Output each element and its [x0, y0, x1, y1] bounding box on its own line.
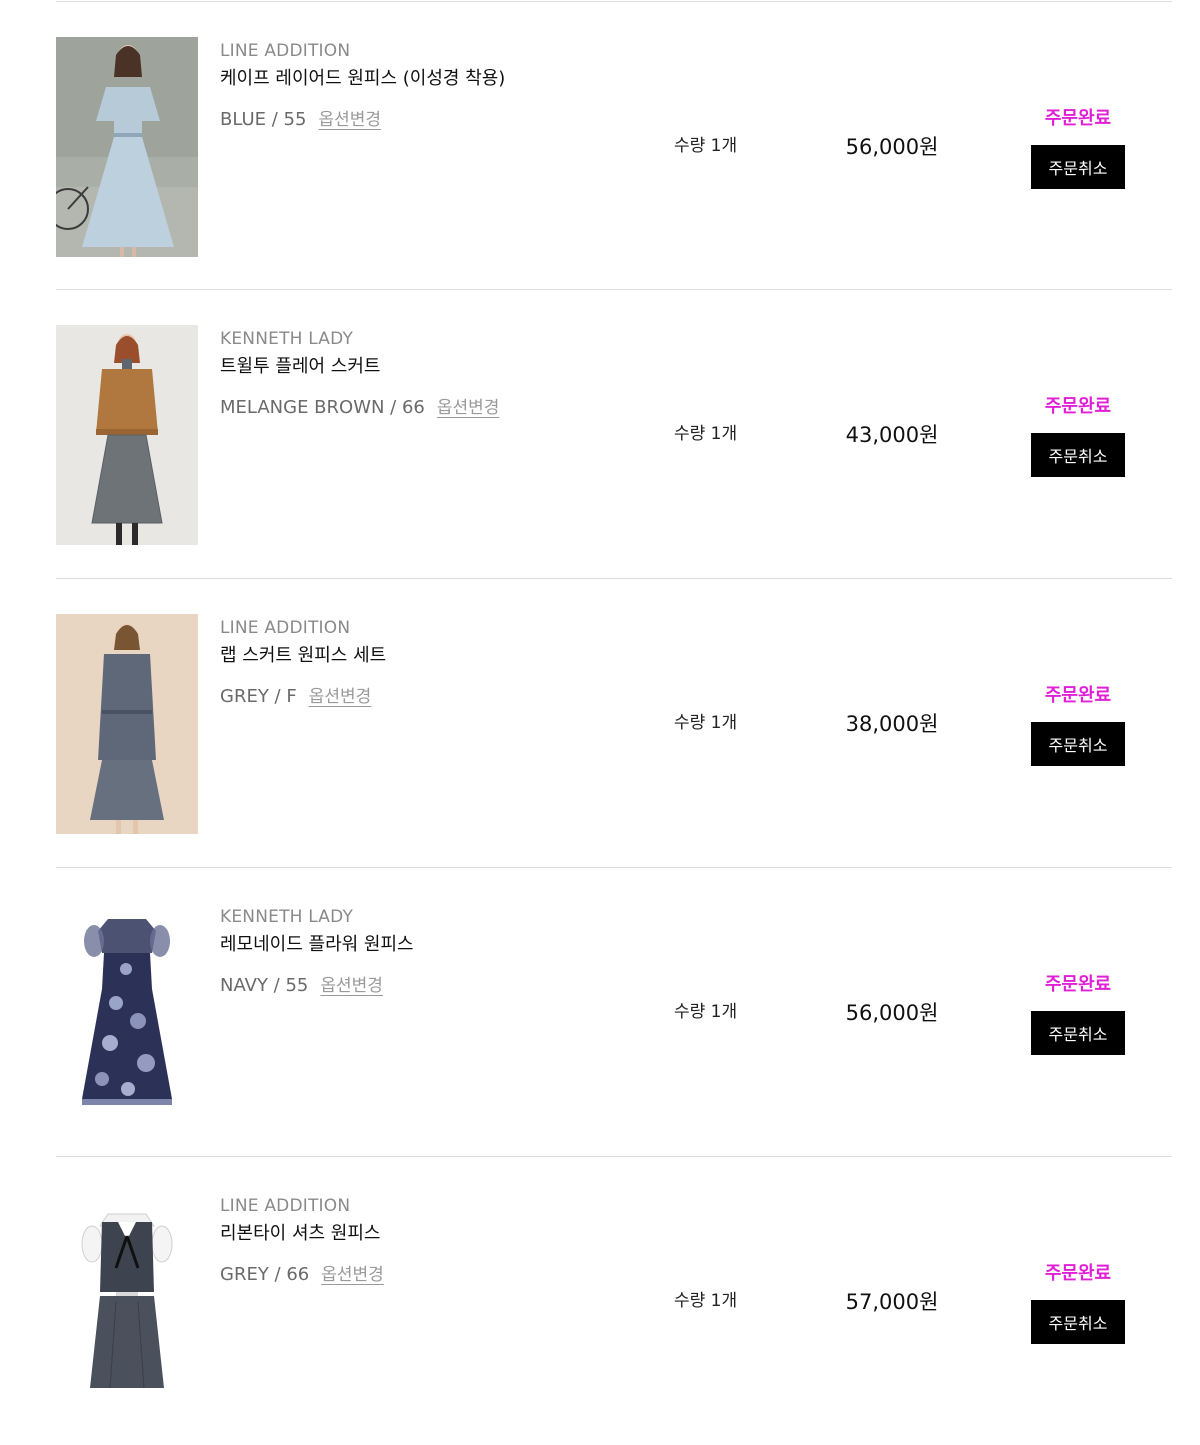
quantity: 수량 1개	[674, 136, 738, 156]
product-option: NAVY / 55 옵션변경	[220, 974, 414, 998]
option-value: GREY / 66	[220, 1264, 310, 1285]
product-option: GREY / F 옵션변경	[220, 685, 386, 709]
product-photo-flower-dress	[56, 903, 198, 1123]
product-image[interactable]	[56, 325, 198, 545]
order-item: LINE ADDITION 랩 스커트 원피스 세트 GREY / F 옵션변경 …	[56, 578, 1172, 867]
product-image[interactable]	[56, 1192, 198, 1412]
cancel-order-button[interactable]: 주문취소	[1031, 145, 1125, 189]
product-name[interactable]: 레모네이드 플라워 원피스	[220, 933, 414, 957]
quantity: 수량 1개	[674, 1002, 738, 1022]
price: 56,000원	[845, 135, 939, 159]
product-image[interactable]	[56, 903, 198, 1123]
product-photo-cape-dress	[56, 37, 198, 257]
order-status: 주문완료	[1044, 974, 1112, 995]
option-change-link[interactable]: 옵션변경	[309, 685, 372, 709]
product-name[interactable]: 트윌투 플레어 스커트	[220, 355, 499, 379]
product-option: MELANGE BROWN / 66 옵션변경	[220, 396, 499, 420]
cancel-order-button[interactable]: 주문취소	[1031, 1300, 1125, 1344]
order-status: 주문완료	[1044, 685, 1112, 706]
quantity: 수량 1개	[674, 713, 738, 733]
product-image[interactable]	[56, 614, 198, 834]
option-change-link[interactable]: 옵션변경	[321, 1263, 384, 1287]
product-info: KENNETH LADY 레모네이드 플라워 원피스 NAVY / 55 옵션변경	[220, 906, 414, 998]
price: 43,000원	[845, 423, 939, 447]
option-value: MELANGE BROWN / 66	[220, 397, 425, 418]
order-item: KENNETH LADY 트윌투 플레어 스커트 MELANGE BROWN /…	[56, 289, 1172, 578]
product-photo-wrap-skirt-set	[56, 614, 198, 834]
order-status: 주문완료	[1044, 1263, 1112, 1284]
price: 56,000원	[845, 1001, 939, 1025]
product-info: LINE ADDITION 리본타이 셔츠 원피스 GREY / 66 옵션변경	[220, 1195, 384, 1287]
cancel-order-button[interactable]: 주문취소	[1031, 433, 1125, 477]
product-info: LINE ADDITION 랩 스커트 원피스 세트 GREY / F 옵션변경	[220, 617, 386, 709]
option-value: BLUE / 55	[220, 109, 307, 130]
brand-name: KENNETH LADY	[220, 329, 354, 349]
product-option: BLUE / 55 옵션변경	[220, 108, 505, 132]
order-item: LINE ADDITION 리본타이 셔츠 원피스 GREY / 66 옵션변경 …	[56, 1156, 1172, 1445]
brand-name: KENNETH LADY	[220, 907, 354, 927]
product-option: GREY / 66 옵션변경	[220, 1263, 384, 1287]
price: 38,000원	[845, 712, 939, 736]
quantity: 수량 1개	[674, 424, 738, 444]
option-change-link[interactable]: 옵션변경	[318, 108, 381, 132]
cancel-order-button[interactable]: 주문취소	[1031, 1011, 1125, 1055]
brand-name: LINE ADDITION	[220, 41, 351, 61]
option-value: NAVY / 55	[220, 975, 309, 996]
order-status: 주문완료	[1044, 396, 1112, 417]
product-info: KENNETH LADY 트윌투 플레어 스커트 MELANGE BROWN /…	[220, 328, 499, 420]
product-info: LINE ADDITION 케이프 레이어드 원피스 (이성경 착용) BLUE…	[220, 40, 505, 132]
option-value: GREY / F	[220, 686, 297, 707]
brand-name: LINE ADDITION	[220, 618, 351, 638]
quantity: 수량 1개	[674, 1291, 738, 1311]
option-change-link[interactable]: 옵션변경	[437, 396, 500, 420]
price: 57,000원	[845, 1290, 939, 1314]
product-name[interactable]: 케이프 레이어드 원피스 (이성경 착용)	[220, 67, 505, 91]
option-change-link[interactable]: 옵션변경	[320, 974, 383, 998]
order-item: LINE ADDITION 케이프 레이어드 원피스 (이성경 착용) BLUE…	[56, 1, 1172, 290]
product-image[interactable]	[56, 37, 198, 257]
product-name[interactable]: 랩 스커트 원피스 세트	[220, 644, 386, 668]
product-name[interactable]: 리본타이 셔츠 원피스	[220, 1222, 384, 1246]
order-item: KENNETH LADY 레모네이드 플라워 원피스 NAVY / 55 옵션변경…	[56, 867, 1172, 1156]
product-photo-ribbon-tie-dress	[56, 1192, 198, 1412]
cancel-order-button[interactable]: 주문취소	[1031, 722, 1125, 766]
order-status: 주문완료	[1044, 108, 1112, 129]
order-item-list: LINE ADDITION 케이프 레이어드 원피스 (이성경 착용) BLUE…	[56, 0, 1172, 1445]
product-photo-flare-skirt	[56, 325, 198, 545]
brand-name: LINE ADDITION	[220, 1196, 351, 1216]
